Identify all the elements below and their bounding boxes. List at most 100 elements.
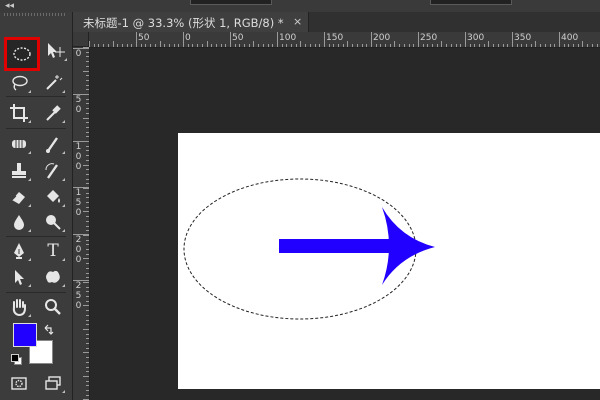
ruler-minor-tick <box>385 44 386 47</box>
ruler-minor-tick <box>197 44 198 47</box>
ruler-minor-tick <box>164 44 165 47</box>
hand-tool[interactable] <box>6 296 32 318</box>
ruler-origin[interactable] <box>73 32 89 47</box>
ruler-minor-tick <box>559 41 560 47</box>
ruler-label: 0 <box>75 49 82 59</box>
crop-tool[interactable] <box>6 102 32 124</box>
ruler-minor-tick <box>83 188 89 189</box>
spot-healing-tool[interactable] <box>6 133 32 155</box>
type-icon: T <box>47 241 59 261</box>
magic-wand-tool[interactable] <box>40 72 66 94</box>
ruler-minor-tick <box>86 75 89 76</box>
dodge-tool[interactable] <box>40 211 66 233</box>
ruler-minor-tick <box>531 44 532 47</box>
ruler-minor-tick <box>83 211 89 212</box>
ruler-minor-tick <box>86 395 89 396</box>
ruler-label: 0 <box>75 245 82 255</box>
clone-stamp-tool[interactable] <box>6 160 32 182</box>
ruler-minor-tick <box>83 71 89 72</box>
ruler-minor-tick <box>550 44 551 47</box>
ruler-minor-tick <box>404 44 405 47</box>
horizontal-ruler[interactable]: 50 0 50 100 150 200 250 300 350 400 <box>89 32 600 48</box>
ruler-minor-tick <box>86 381 89 382</box>
move-icon <box>48 43 65 58</box>
ruler-minor-tick <box>160 41 161 47</box>
swap-colors-icon[interactable] <box>43 321 55 335</box>
pen-tool[interactable] <box>6 240 32 262</box>
ruler-minor-tick <box>474 44 475 47</box>
ruler-minor-tick <box>113 41 114 47</box>
ruler-minor-tick <box>192 44 193 47</box>
ruler-minor-tick <box>83 165 89 166</box>
close-icon[interactable]: × <box>293 15 302 28</box>
document-canvas[interactable] <box>178 133 600 389</box>
eraser-tool[interactable] <box>6 186 32 208</box>
ruler-minor-tick <box>488 41 489 47</box>
ruler-label: 0 <box>185 33 191 43</box>
arrow-shape[interactable] <box>279 207 435 285</box>
ruler-minor-tick <box>573 44 574 47</box>
ruler-minor-tick <box>86 66 89 67</box>
ruler-minor-tick <box>83 329 89 330</box>
custom-shape-tool[interactable] <box>40 266 66 288</box>
ruler-minor-tick <box>371 41 372 47</box>
ruler-minor-tick <box>86 169 89 170</box>
spot-healing-icon <box>12 140 26 148</box>
collapse-panels-icon[interactable]: ◂◂ <box>5 0 14 12</box>
ruler-minor-tick <box>174 44 175 47</box>
blur-tool[interactable] <box>6 211 32 233</box>
document-tab[interactable]: 未标题-1 @ 33.3% (形状 1, RGB/8) * × <box>73 12 309 32</box>
options-field[interactable] <box>190 0 272 5</box>
ruler-minor-tick <box>268 44 269 47</box>
ruler-minor-tick <box>136 41 137 47</box>
quick-mask-tool[interactable] <box>6 372 32 394</box>
options-field[interactable] <box>430 0 512 5</box>
path-selection-icon <box>15 270 24 285</box>
ruler-minor-tick <box>399 44 400 47</box>
ruler-minor-tick <box>324 41 325 47</box>
ruler-minor-tick <box>86 108 89 109</box>
ruler-minor-tick <box>329 44 330 47</box>
ruler-minor-tick <box>235 44 236 47</box>
brush-tool[interactable] <box>40 133 66 155</box>
ruler-minor-tick <box>521 44 522 47</box>
history-brush-tool[interactable] <box>40 160 66 182</box>
ruler-minor-tick <box>568 44 569 47</box>
ruler-minor-tick <box>86 287 89 288</box>
ruler-minor-tick <box>460 44 461 47</box>
lasso-icon <box>12 75 28 91</box>
ruler-label: 1 <box>75 188 82 198</box>
path-selection-tool[interactable] <box>6 266 32 288</box>
ruler-minor-tick <box>117 44 118 47</box>
ruler-minor-tick <box>263 44 264 47</box>
paint-bucket-tool[interactable] <box>40 186 66 208</box>
default-colors-icon[interactable] <box>11 354 22 365</box>
ruler-minor-tick <box>83 235 89 236</box>
eyedropper-tool[interactable] <box>40 102 66 124</box>
elliptical-marquee-tool[interactable] <box>4 37 40 71</box>
lasso-tool[interactable] <box>6 72 32 94</box>
vertical-ruler[interactable]: 050100150200250 <box>73 47 90 400</box>
ruler-minor-tick <box>86 197 89 198</box>
ruler-minor-tick <box>456 44 457 47</box>
ruler-minor-tick <box>239 44 240 47</box>
type-tool[interactable]: T <box>40 240 66 262</box>
ruler-minor-tick <box>86 216 89 217</box>
ruler-minor-tick <box>183 41 184 47</box>
zoom-tool[interactable] <box>40 296 66 318</box>
move-tool[interactable] <box>42 40 68 62</box>
ruler-minor-tick <box>86 52 89 53</box>
ruler-label: 1 <box>75 142 82 152</box>
foreground-color-swatch[interactable] <box>13 323 37 347</box>
ruler-label: 5 <box>75 198 82 208</box>
crop-icon <box>10 104 28 122</box>
ruler-minor-tick <box>465 41 466 47</box>
ruler-minor-tick <box>86 315 89 316</box>
ruler-minor-tick <box>427 44 428 47</box>
ruler-minor-tick <box>470 44 471 47</box>
screen-mode-tool[interactable] <box>40 372 66 394</box>
panel-grip[interactable] <box>4 13 66 16</box>
ruler-minor-tick <box>86 249 89 250</box>
ruler-minor-tick <box>484 44 485 47</box>
ruler-minor-tick <box>86 174 89 175</box>
